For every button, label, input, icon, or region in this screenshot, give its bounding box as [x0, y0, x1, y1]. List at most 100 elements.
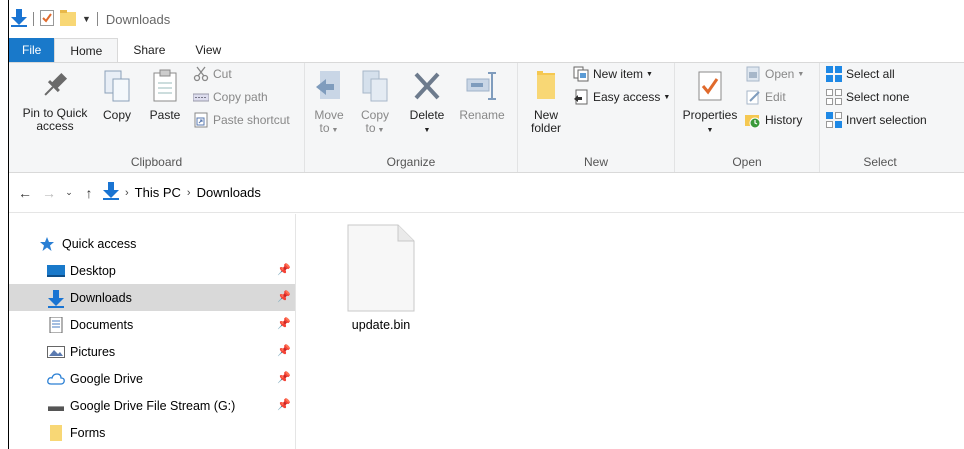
drive-icon: [47, 398, 65, 414]
breadcrumb-chevron-icon[interactable]: ›: [125, 187, 129, 199]
paste-shortcut-button[interactable]: Paste shortcut: [193, 111, 290, 129]
copy-path-button[interactable]: Copy path: [192, 88, 268, 106]
pin-icon[interactable]: 📌: [277, 290, 291, 303]
download-arrow-icon[interactable]: [11, 8, 27, 30]
pin-icon[interactable]: 📌: [277, 263, 291, 276]
pin-icon[interactable]: 📌: [277, 371, 291, 384]
clipboard-icon: [145, 69, 185, 106]
quick-access-toolbar: ▼ Downloads: [11, 8, 170, 30]
select-group-label: Select: [863, 155, 897, 169]
open-group-label: Open: [732, 155, 762, 169]
navigation-pane: Quick access Desktop 📌 Downloads 📌 Docum…: [9, 214, 296, 449]
copy-to-label-line1: Copy: [360, 108, 389, 122]
explorer-window: ▼ Downloads File Home Share View Pin to …: [8, 0, 964, 449]
breadcrumb-this-pc[interactable]: This PC: [135, 185, 181, 200]
title-bar: ▼ Downloads: [9, 0, 964, 38]
new-item-button[interactable]: New item ▼: [573, 65, 653, 83]
new-folder-label-line1: New: [533, 108, 558, 122]
nav-item-google-drive-file-stream[interactable]: Google Drive File Stream (G:) 📌: [9, 392, 295, 419]
desktop-icon: [47, 263, 65, 279]
rename-button[interactable]: Rename: [455, 69, 509, 122]
recent-locations-chevron-icon[interactable]: ⌄: [61, 187, 77, 198]
nav-quick-access[interactable]: Quick access: [9, 230, 295, 257]
move-to-label-line2: to: [319, 121, 330, 135]
pictures-icon: [47, 344, 65, 360]
select-none-button[interactable]: Select none: [826, 88, 909, 106]
paste-button[interactable]: Paste: [145, 69, 185, 122]
cut-button[interactable]: Cut: [193, 65, 232, 83]
open-label: Open: [765, 67, 795, 81]
cut-label: Cut: [213, 67, 232, 81]
new-item-label: New item: [593, 67, 644, 81]
copy-to-label-line2: to: [365, 121, 376, 135]
open-button[interactable]: Open ▼: [745, 65, 804, 83]
pin-icon[interactable]: 📌: [277, 317, 291, 330]
downloads-icon: [47, 289, 65, 308]
select-none-label: Select none: [846, 90, 910, 104]
new-folder-button[interactable]: New folder: [526, 69, 566, 135]
copy-to-icon: [357, 69, 393, 106]
nav-item-label: Downloads: [70, 290, 132, 305]
organize-group: Move to ▼ Copy to ▼ Delete ▼ Rename Orga…: [305, 63, 518, 172]
nav-item-label: Documents: [70, 317, 134, 332]
new-folder-icon[interactable]: [60, 9, 76, 29]
history-label: History: [765, 113, 803, 127]
delete-label: Delete: [409, 108, 445, 122]
pin-label-line2: access: [36, 119, 74, 133]
pin-to-quick-access-button[interactable]: Pin to Quick access: [13, 69, 97, 133]
nav-item-desktop[interactable]: Desktop 📌: [9, 257, 295, 284]
nav-item-documents[interactable]: Documents 📌: [9, 311, 295, 338]
tab-home[interactable]: Home: [54, 38, 119, 63]
move-to-button[interactable]: Move to ▼: [311, 69, 347, 137]
separator: [96, 12, 98, 26]
pin-icon[interactable]: 📌: [277, 398, 291, 411]
history-button[interactable]: History: [745, 111, 802, 129]
tab-view[interactable]: View: [180, 38, 236, 62]
breadcrumb-downloads[interactable]: Downloads: [197, 185, 261, 200]
file-name: update.bin: [351, 318, 411, 332]
easy-access-icon: [573, 89, 589, 105]
nav-item-downloads[interactable]: Downloads 📌: [9, 284, 295, 311]
up-arrow-icon[interactable]: ↑: [77, 185, 101, 201]
copy-label: Copy: [102, 108, 131, 122]
scissors-icon: [193, 66, 209, 82]
copy-icon: [101, 69, 133, 106]
cloud-icon: [47, 371, 65, 387]
downloads-location-icon: [103, 182, 119, 203]
breadcrumb-chevron-icon[interactable]: ›: [187, 187, 191, 199]
documents-icon: [47, 316, 65, 333]
nav-item-pictures[interactable]: Pictures 📌: [9, 338, 295, 365]
clipboard-group: Pin to Quick access Copy Paste Cut Copy …: [9, 63, 305, 172]
forward-arrow-icon[interactable]: →: [37, 185, 61, 201]
delete-dropdown-icon: ▼: [423, 127, 431, 134]
paste-shortcut-label: Paste shortcut: [213, 113, 290, 127]
tab-share[interactable]: Share: [118, 38, 180, 62]
properties-button[interactable]: Properties ▼: [679, 69, 741, 137]
file-item[interactable]: update.bin: [336, 224, 426, 332]
copy-to-button[interactable]: Copy to ▼: [357, 69, 393, 137]
properties-check-icon[interactable]: [40, 9, 54, 29]
paste-shortcut-icon: [193, 112, 209, 128]
back-arrow-icon[interactable]: ←: [13, 185, 37, 201]
copy-button[interactable]: Copy: [101, 69, 133, 122]
ribbon: Pin to Quick access Copy Paste Cut Copy …: [9, 62, 964, 173]
select-all-button[interactable]: Select all: [826, 65, 895, 83]
tab-file[interactable]: File: [9, 38, 55, 62]
history-icon: [745, 112, 761, 129]
folder-icon: [526, 69, 566, 106]
invert-selection-button[interactable]: Invert selection: [826, 111, 927, 129]
pin-icon[interactable]: 📌: [277, 344, 291, 357]
separator: [33, 12, 34, 26]
delete-button[interactable]: Delete ▼: [405, 69, 449, 137]
move-to-label-line1: Move: [314, 108, 344, 122]
move-to-icon: [311, 69, 347, 106]
nav-item-forms[interactable]: Forms: [9, 419, 295, 446]
easy-access-button[interactable]: Easy access ▼: [573, 88, 670, 106]
content-area: Quick access Desktop 📌 Downloads 📌 Docum…: [9, 214, 964, 449]
edit-icon: [745, 89, 761, 105]
customize-toolbar-icon[interactable]: ▼: [82, 14, 91, 24]
nav-item-google-drive[interactable]: Google Drive 📌: [9, 365, 295, 392]
pin-icon: [13, 69, 97, 104]
edit-button[interactable]: Edit: [745, 88, 786, 106]
properties-dropdown-icon: ▼: [706, 127, 714, 134]
